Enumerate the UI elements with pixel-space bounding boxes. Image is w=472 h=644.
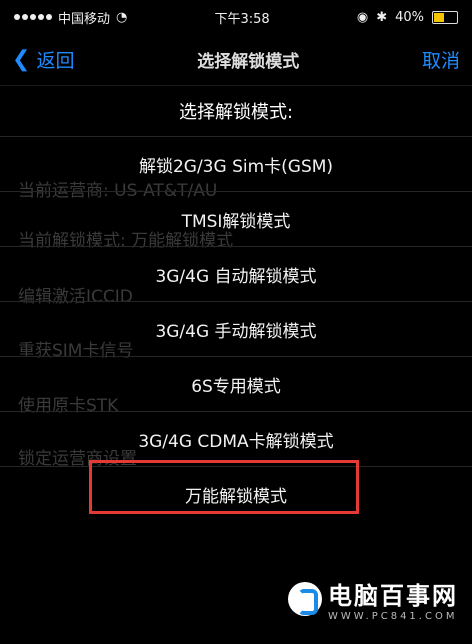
watermark-url: WWW.PC841.COM	[328, 611, 458, 622]
back-label: 返回	[36, 50, 75, 72]
battery-icon	[432, 10, 458, 24]
carrier-label: 中国移动	[58, 11, 111, 27]
sheet-title: 选择解锁模式:	[0, 86, 472, 136]
unlock-mode-sheet: 选择解锁模式: 解锁2G/3G Sim卡(GSM) TMSI解锁模式 3G/4G…	[0, 86, 472, 521]
option-tmsi[interactable]: TMSI解锁模式	[0, 191, 472, 246]
status-bar: 中国移动 ◔ 下午3:58 ◉ ✱ 40%	[0, 0, 472, 34]
highlight-frame	[89, 460, 359, 514]
page-title: 选择解锁模式	[197, 52, 300, 72]
signal-icon	[14, 14, 52, 20]
watermark: 电脑百事网 WWW.PC841.COM	[288, 576, 458, 622]
watermark-logo-icon	[288, 582, 322, 616]
nav-bar: ❮ 返回 选择解锁模式 取消	[0, 34, 472, 86]
option-manual[interactable]: 3G/4G 手动解锁模式	[0, 301, 472, 356]
option-cdma[interactable]: 3G/4G CDMA卡解锁模式	[0, 411, 472, 466]
option-6s[interactable]: 6S专用模式	[0, 356, 472, 411]
wifi-icon: ◔	[116, 9, 128, 25]
battery-percent: 40%	[395, 9, 424, 25]
clock: 下午3:58	[214, 11, 270, 27]
option-auto[interactable]: 3G/4G 自动解锁模式	[0, 246, 472, 301]
back-button[interactable]: ❮ 返回	[12, 46, 74, 73]
watermark-name: 电脑百事网	[328, 582, 458, 610]
bluetooth-icon: ✱	[376, 9, 388, 25]
cancel-button[interactable]: 取消	[422, 46, 460, 73]
location-icon: ◉	[356, 9, 369, 25]
option-gsm-sim[interactable]: 解锁2G/3G Sim卡(GSM)	[0, 136, 472, 191]
chevron-left-icon: ❮	[12, 47, 31, 72]
